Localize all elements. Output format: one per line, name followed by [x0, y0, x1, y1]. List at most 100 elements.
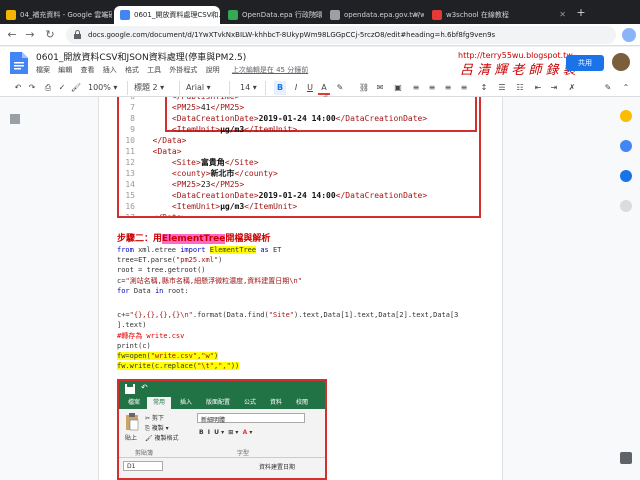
forward-arrow-icon[interactable]: → — [22, 27, 38, 43]
menu-help[interactable]: 說明 — [206, 65, 220, 75]
style-value: 標題 2 — [134, 83, 158, 92]
tab-opendata-ws[interactable]: opendata.epa.gov.tw/ws/... ✕ — [324, 6, 424, 24]
xml-code-text: <PM25>41</PM25> — [171, 103, 245, 112]
clear-format-icon[interactable]: ✗ — [566, 81, 578, 95]
python-code-line: fw=open("write.csv","w") — [117, 352, 219, 360]
redo-icon[interactable]: ↷ — [26, 81, 38, 95]
collapse-toolbar-icon[interactable]: ⌃ — [620, 81, 632, 95]
image-icon[interactable]: ▣ — [392, 81, 404, 95]
xml-code-text: <ItemUnit>μg/m3</ItemUnit> — [171, 125, 298, 134]
menu-format[interactable]: 格式 — [125, 65, 139, 75]
menu-edit[interactable]: 編輯 — [58, 65, 72, 75]
add-on-plus-icon[interactable] — [620, 200, 632, 212]
align-right-icon[interactable]: ≡ — [442, 81, 454, 95]
copy-label: ⎘ 複製 ▾ — [145, 425, 169, 432]
tasks-icon[interactable] — [620, 140, 632, 152]
comment-icon[interactable]: ✉ — [374, 81, 386, 95]
close-tab-icon[interactable]: ✕ — [101, 6, 108, 24]
menu-addons[interactable]: 外掛程式 — [169, 65, 197, 75]
tab-opendata[interactable]: OpenData.epa 行政院環保... ✕ — [222, 6, 322, 24]
tab-title: w3school 在線教程 — [446, 11, 509, 19]
xml-code-text: <Data> — [152, 147, 182, 156]
google-docs-logo-icon[interactable] — [10, 52, 28, 74]
link-icon[interactable]: ⛓ — [358, 81, 370, 95]
italic-button[interactable]: I — [290, 81, 302, 95]
python-code-line: fw.write(c.replace("\t",",")) — [117, 362, 240, 371]
edit-mode-icon[interactable]: ✎ — [602, 81, 614, 95]
explore-icon[interactable] — [620, 452, 632, 464]
python-code-line: c="測站名稱,縣市名稱,細懸浮微粒濃度,資料建置日期\n" — [117, 276, 302, 285]
tab-w3school[interactable]: w3school 在線教程 ✕ — [426, 6, 570, 24]
outline-icon[interactable] — [10, 114, 20, 124]
bullet-list-icon[interactable]: ☷ — [514, 81, 526, 95]
back-arrow-icon[interactable]: ← — [4, 27, 20, 43]
python-code-line: print(c) — [117, 341, 151, 350]
line-spacing-icon[interactable]: ↕ — [478, 81, 490, 95]
extension-icon[interactable] — [622, 28, 636, 42]
url-bar[interactable]: docs.google.com/document/d/1YwXTvkNxBILW… — [66, 26, 616, 44]
python-code-line: from xml.etree import ElementTree as ET — [117, 246, 282, 254]
excel-ribbon-tabs: 檔案 常用 插入 版面配置 公式 資料 校閱 — [119, 397, 325, 409]
format-painter-label: 🖌 複製格式 — [145, 435, 179, 442]
paste-label: 貼上 — [125, 435, 138, 442]
tab-title: opendata.epa.gov.tw/ws/... — [344, 11, 424, 19]
clipboard-group-label: 剪貼簿 — [135, 450, 154, 457]
excel-tab: 版面配置 — [205, 399, 230, 406]
tab-title: 0601_開放資料處理CSV和... — [134, 11, 220, 19]
underline-button[interactable]: U — [304, 81, 316, 95]
spellcheck-icon[interactable]: ✓ — [56, 81, 68, 95]
editing-toolbar: ↶ ↷ ⎙ ✓ 🖌 100% ▾ 標題 2 ▾ Arial ▾ 14 ▾ B I… — [0, 79, 640, 103]
zoom-value: 100% — [88, 83, 111, 92]
menu-insert[interactable]: 插入 — [103, 65, 117, 75]
tab-docs[interactable]: 0601_開放資料處理CSV和... ✕ — [114, 6, 220, 24]
document-title[interactable]: 0601_開放資料CSV和JSON資料處理(停車與PM2.5) — [36, 50, 246, 63]
excel-ribbon: 貼上 ✂ 剪下 ⎘ 複製 ▾ 🖌 複製格式 剪貼簿 新細明體 B I U ▾ ⊞… — [119, 409, 325, 478]
reload-icon[interactable]: ↻ — [42, 27, 58, 43]
menu-bar: 檔案 編輯 查看 插入 格式 工具 外掛程式 說明 上次編輯是在 45 分鐘前 — [36, 65, 314, 75]
avatar[interactable] — [612, 53, 630, 71]
close-tab-icon[interactable]: ✕ — [413, 6, 420, 24]
style-select[interactable]: 標題 2 ▾ — [134, 81, 180, 95]
print-icon[interactable]: ⎙ — [42, 81, 54, 95]
font-size-select[interactable]: 14 ▾ — [240, 81, 266, 95]
xml-code-screenshot: 6 </PublishTime>7 <PM25>41</PM25>8 <Data… — [117, 97, 481, 218]
close-tab-icon[interactable]: ✕ — [311, 6, 318, 24]
menu-view[interactable]: 查看 — [80, 65, 94, 75]
highlight-pen-icon[interactable]: ✎ — [334, 81, 346, 95]
last-edit-link[interactable]: 上次編輯是在 45 分鐘前 — [232, 65, 308, 75]
align-center-icon[interactable]: ≡ — [426, 81, 438, 95]
numbered-list-icon[interactable]: ☰ — [496, 81, 508, 95]
step-highlight: ElementTree — [162, 234, 226, 244]
excel-screenshot: ↶ 檔案 常用 插入 版面配置 公式 資料 校閱 貼上 ✂ 剪下 ⎘ 複製 ▾ … — [117, 379, 327, 480]
new-tab-button[interactable]: + — [574, 6, 588, 20]
increase-indent-icon[interactable]: ⇥ — [548, 81, 560, 95]
python-code-line: for Data in root: — [117, 286, 189, 295]
justify-icon[interactable]: ≡ — [458, 81, 470, 95]
python-code-line: tree=ET.parse("pm25.xml") — [117, 256, 223, 265]
svg-text:http://terry55wu.blogspot.tw: http://terry55wu.blogspot.tw — [458, 51, 573, 60]
tab-drive[interactable]: 04_補充資料 - Google 雲端硬碟 ✕ — [0, 6, 112, 24]
zoom-select[interactable]: 100% ▾ — [88, 81, 128, 95]
share-button[interactable]: 共用 — [566, 55, 604, 71]
w3school-favicon-icon — [432, 10, 442, 20]
close-tab-icon[interactable]: ✕ — [209, 6, 216, 24]
line-number: 11 — [125, 147, 135, 156]
font-select[interactable]: Arial ▾ — [186, 81, 230, 95]
page-favicon-icon — [330, 10, 340, 20]
keep-icon[interactable] — [620, 110, 632, 122]
excel-tab: 資料 — [269, 399, 282, 406]
line-number: 15 — [125, 191, 135, 200]
undo-icon[interactable]: ↶ — [12, 81, 24, 95]
decrease-indent-icon[interactable]: ⇤ — [532, 81, 544, 95]
line-number: 10 — [125, 136, 135, 145]
line-number: 14 — [125, 180, 135, 189]
close-tab-icon[interactable]: ✕ — [559, 6, 566, 24]
menu-file[interactable]: 檔案 — [36, 65, 50, 75]
xml-code-text: <county>新北市</county> — [171, 169, 278, 178]
align-left-icon[interactable]: ≡ — [410, 81, 422, 95]
menu-tools[interactable]: 工具 — [147, 65, 161, 75]
bold-button[interactable]: B — [274, 81, 286, 95]
calendar-icon[interactable] — [620, 170, 632, 182]
paint-format-icon[interactable]: 🖌 — [70, 81, 82, 95]
line-number: 13 — [125, 169, 135, 178]
